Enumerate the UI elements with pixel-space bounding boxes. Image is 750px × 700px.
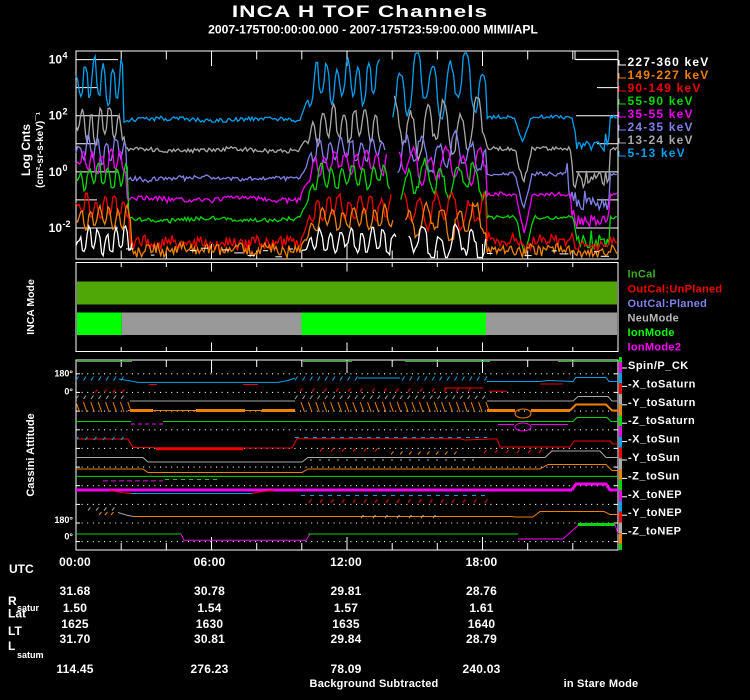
- svg-text:InCal: InCal: [628, 269, 656, 281]
- svg-text:1.57: 1.57: [334, 601, 358, 615]
- svg-text:satum: satum: [17, 650, 44, 660]
- svg-text:276.23: 276.23: [191, 662, 229, 676]
- svg-text:INCA H TOF Channels: INCA H TOF Channels: [232, 3, 488, 22]
- svg-text:30.78: 30.78: [194, 584, 225, 598]
- svg-text:2007-175T00:00:00.000 - 2007-1: 2007-175T00:00:00.000 - 2007-175T23:59:0…: [208, 23, 538, 37]
- svg-text:35-55 keV: 35-55 keV: [628, 107, 694, 121]
- svg-text:180°: 180°: [54, 515, 73, 525]
- svg-text:-Z_toNEP: -Z_toNEP: [628, 526, 682, 538]
- svg-text:-Z_toSun: -Z_toSun: [628, 470, 680, 482]
- svg-text:-X_toSun: -X_toSun: [628, 434, 680, 446]
- svg-text:NeuMode: NeuMode: [628, 313, 680, 325]
- svg-text:Log Cnts: Log Cnts: [19, 124, 33, 176]
- svg-text:INCA Mode: INCA Mode: [25, 279, 37, 335]
- svg-text:1.61: 1.61: [469, 601, 493, 615]
- svg-text:-X_toNEP: -X_toNEP: [628, 489, 682, 501]
- svg-text:28.79: 28.79: [466, 632, 497, 646]
- svg-text:OutCal:Planed: OutCal:Planed: [628, 298, 708, 310]
- svg-text:L: L: [8, 639, 15, 653]
- svg-text:(cm²-sr-s-keV)¯¹: (cm²-sr-s-keV)¯¹: [34, 111, 46, 188]
- svg-text:Lat: Lat: [8, 607, 26, 621]
- svg-text:-2: -2: [63, 219, 71, 229]
- svg-text:180°: 180°: [54, 369, 73, 379]
- svg-text:149-227 keV: 149-227 keV: [628, 68, 710, 82]
- svg-text:in Stare Mode: in Stare Mode: [564, 678, 639, 690]
- svg-text:10: 10: [49, 221, 63, 235]
- svg-text:OutCal:UnPlaned: OutCal:UnPlaned: [628, 283, 723, 295]
- svg-text:Cassini Attitude: Cassini Attitude: [25, 413, 37, 496]
- svg-text:UTC: UTC: [9, 562, 34, 576]
- svg-text:LT: LT: [8, 624, 22, 638]
- svg-text:13-24 keV: 13-24 keV: [628, 133, 694, 147]
- svg-text:18:00: 18:00: [466, 555, 498, 569]
- svg-text:29.81: 29.81: [330, 584, 361, 598]
- svg-text:IonMode: IonMode: [628, 327, 675, 339]
- svg-text:00:00: 00:00: [59, 555, 91, 569]
- svg-text:1635: 1635: [332, 617, 360, 631]
- svg-text:IonMode2: IonMode2: [628, 342, 682, 354]
- svg-text:2: 2: [63, 107, 68, 117]
- svg-text:10: 10: [49, 53, 63, 67]
- svg-text:114.45: 114.45: [56, 662, 93, 676]
- svg-text:1.50: 1.50: [63, 601, 87, 615]
- svg-text:5-13 keV: 5-13 keV: [628, 146, 686, 160]
- svg-text:12:00: 12:00: [330, 555, 362, 569]
- svg-text:1625: 1625: [61, 617, 89, 631]
- svg-text:0°: 0°: [64, 532, 73, 542]
- svg-text:06:00: 06:00: [194, 555, 226, 569]
- svg-text:-Y_toSun: -Y_toSun: [628, 452, 680, 464]
- svg-text:29.84: 29.84: [330, 632, 361, 646]
- svg-text:31.68: 31.68: [59, 584, 90, 598]
- svg-text:-X_toSaturn: -X_toSaturn: [628, 378, 696, 390]
- svg-text:78.09: 78.09: [330, 662, 361, 676]
- svg-text:10: 10: [49, 165, 63, 179]
- svg-text:10: 10: [49, 109, 63, 123]
- svg-text:1630: 1630: [196, 617, 224, 631]
- svg-text:0°: 0°: [64, 387, 73, 397]
- svg-text:227-360 keV: 227-360 keV: [628, 55, 710, 69]
- svg-text:240.03: 240.03: [463, 662, 501, 676]
- svg-text:Spin/P_CK: Spin/P_CK: [628, 360, 689, 372]
- svg-text:55-90 keV: 55-90 keV: [628, 94, 694, 108]
- svg-text:28.76: 28.76: [466, 584, 497, 598]
- svg-text:1640: 1640: [468, 617, 496, 631]
- svg-text:31.70: 31.70: [59, 632, 90, 646]
- svg-text:Background Subtracted: Background Subtracted: [310, 678, 439, 690]
- svg-text:-Z_toSaturn: -Z_toSaturn: [628, 415, 695, 427]
- svg-text:30.81: 30.81: [194, 632, 225, 646]
- svg-text:-Y_toSaturn: -Y_toSaturn: [628, 397, 696, 409]
- svg-text:-Y_toNEP: -Y_toNEP: [628, 507, 682, 519]
- svg-text:24-35 keV: 24-35 keV: [628, 120, 694, 134]
- svg-text:0: 0: [63, 163, 68, 173]
- svg-text:90-149 keV: 90-149 keV: [628, 81, 702, 95]
- svg-text:1.54: 1.54: [197, 601, 221, 615]
- svg-text:4: 4: [63, 51, 68, 61]
